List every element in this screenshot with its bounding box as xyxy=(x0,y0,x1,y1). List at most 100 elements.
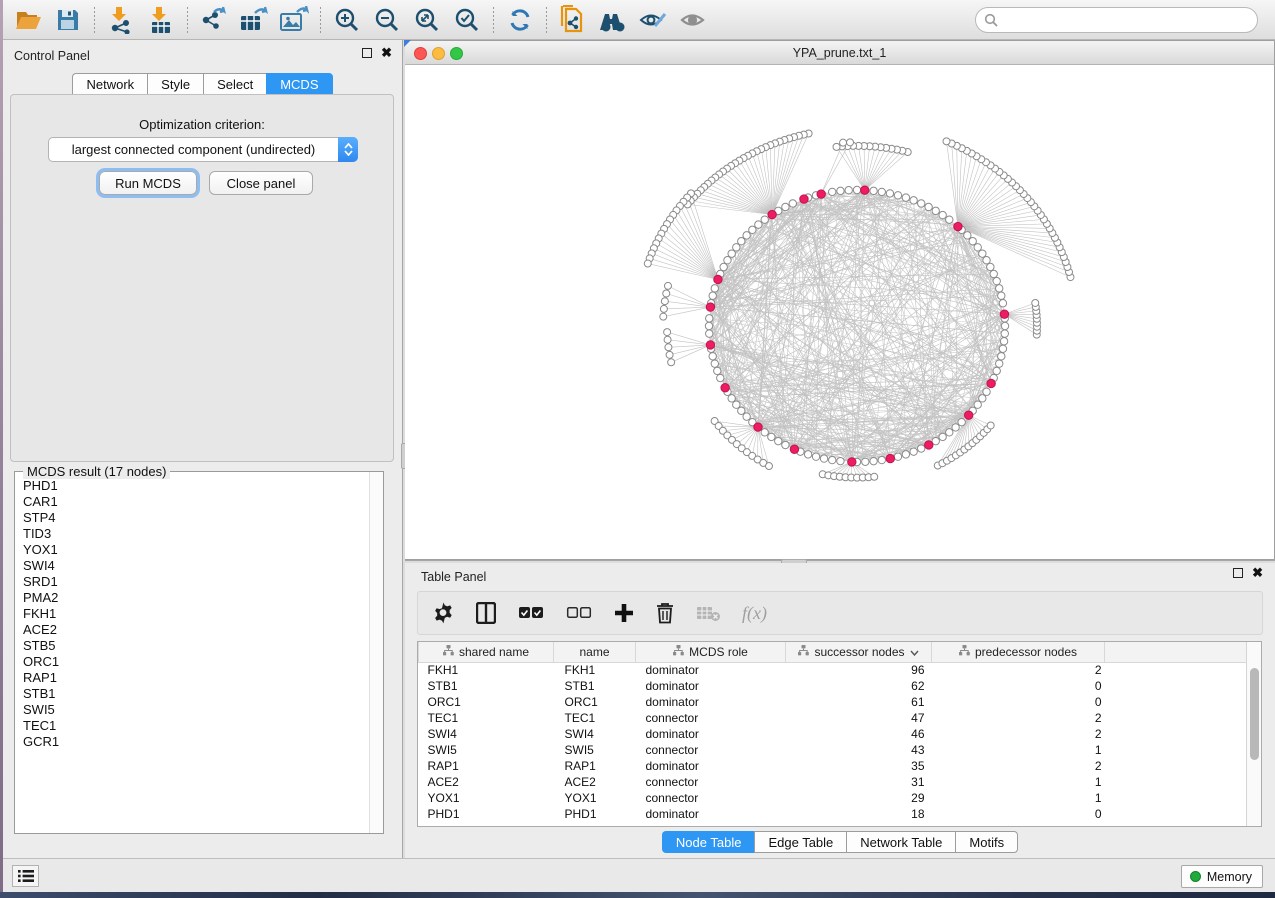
mcds-result-item[interactable]: TID3 xyxy=(23,526,368,542)
table-row[interactable]: SWI4SWI4dominator462 xyxy=(419,726,1248,742)
graph-node[interactable] xyxy=(837,187,844,194)
graph-node[interactable] xyxy=(1001,322,1008,329)
graph-dominator-node[interactable] xyxy=(954,222,962,230)
float-panel-icon[interactable] xyxy=(362,48,372,58)
graph-node[interactable] xyxy=(705,322,712,329)
graph-node[interactable] xyxy=(993,277,1000,284)
node-table-grid[interactable]: shared namenameMCDS rolesuccessor nodesp… xyxy=(418,642,1248,822)
mcds-result-item[interactable]: FKH1 xyxy=(23,606,368,622)
graph-node[interactable] xyxy=(761,216,768,223)
column-header-shared-name[interactable]: shared name xyxy=(419,642,554,662)
graph-node[interactable] xyxy=(910,197,917,204)
gear-icon[interactable] xyxy=(432,598,454,628)
graph-dominator-node[interactable] xyxy=(886,454,894,462)
graph-node[interactable] xyxy=(755,221,762,228)
graph-node[interactable] xyxy=(1000,338,1007,345)
graph-node[interactable] xyxy=(664,282,671,289)
function-builder-icon[interactable]: f(x) xyxy=(742,598,767,628)
graph-node[interactable] xyxy=(983,388,990,395)
graph-node[interactable] xyxy=(668,359,675,366)
graph-dominator-node[interactable] xyxy=(925,441,933,449)
table-row[interactable]: RAP1RAP1dominator352 xyxy=(419,758,1248,774)
graph-dominator-node[interactable] xyxy=(706,303,714,311)
graph-node[interactable] xyxy=(998,292,1005,299)
graph-node[interactable] xyxy=(870,457,877,464)
graph-node[interactable] xyxy=(666,351,673,358)
graph-node[interactable] xyxy=(738,407,745,414)
graph-node[interactable] xyxy=(738,238,745,245)
graph-node[interactable] xyxy=(768,433,775,440)
graph-dominator-node[interactable] xyxy=(1000,310,1008,318)
graph-dominator-node[interactable] xyxy=(964,411,972,419)
graph-dominator-node[interactable] xyxy=(706,341,714,349)
graph-node[interactable] xyxy=(709,353,716,360)
zoom-fit-icon[interactable] xyxy=(410,5,444,35)
graph-node[interactable] xyxy=(829,456,836,463)
table-row[interactable]: YOX1YOX1connector291 xyxy=(419,790,1248,806)
graph-node[interactable] xyxy=(974,401,981,408)
graph-node[interactable] xyxy=(990,270,997,277)
column-header-predecessor-nodes[interactable]: predecessor nodes xyxy=(932,642,1105,662)
graph-node[interactable] xyxy=(661,298,668,305)
graph-node[interactable] xyxy=(782,203,789,210)
mcds-result-item[interactable]: STB5 xyxy=(23,638,368,654)
graph-node[interactable] xyxy=(946,429,953,436)
graph-node[interactable] xyxy=(728,395,735,402)
table-row[interactable]: PHD1PHD1dominator180 xyxy=(419,806,1248,822)
tab-select[interactable]: Select xyxy=(203,73,266,95)
graph-dominator-node[interactable] xyxy=(721,384,729,392)
graph-node[interactable] xyxy=(711,285,718,292)
graph-node[interactable] xyxy=(706,330,713,337)
graph-dominator-node[interactable] xyxy=(768,210,776,218)
columns-icon[interactable] xyxy=(476,598,496,628)
graph-dominator-node[interactable] xyxy=(790,445,798,453)
table-row[interactable]: FKH1FKH1dominator962 xyxy=(419,662,1248,678)
graph-node[interactable] xyxy=(1032,299,1039,306)
graph-node[interactable] xyxy=(932,207,939,214)
graph-node[interactable] xyxy=(853,186,860,193)
graph-node[interactable] xyxy=(993,367,1000,374)
graph-node[interactable] xyxy=(775,437,782,444)
tab-style[interactable]: Style xyxy=(147,73,203,95)
tab-motifs[interactable]: Motifs xyxy=(955,831,1018,853)
graph-node[interactable] xyxy=(918,200,925,207)
graph-node[interactable] xyxy=(766,463,773,470)
graph-node[interactable] xyxy=(782,441,789,448)
graph-node[interactable] xyxy=(664,329,671,336)
graph-node[interactable] xyxy=(804,451,811,458)
graph-node[interactable] xyxy=(964,232,971,239)
task-history-button[interactable] xyxy=(12,865,39,887)
graph-node[interactable] xyxy=(894,192,901,199)
open-folder-icon[interactable] xyxy=(11,5,45,35)
graph-node[interactable] xyxy=(910,448,917,455)
graph-node[interactable] xyxy=(660,305,667,312)
share-document-icon[interactable] xyxy=(556,5,590,35)
zoom-selected-icon[interactable] xyxy=(450,5,484,35)
graph-node[interactable] xyxy=(720,263,727,270)
mcds-result-scrollbar[interactable] xyxy=(369,472,383,833)
graph-node[interactable] xyxy=(999,345,1006,352)
tab-network[interactable]: Network xyxy=(72,73,147,95)
graph-dominator-node[interactable] xyxy=(987,379,995,387)
graph-node[interactable] xyxy=(996,360,1003,367)
export-image-icon[interactable] xyxy=(277,5,311,35)
table-scrollbar-thumb[interactable] xyxy=(1250,668,1259,760)
mcds-result-item[interactable]: STB1 xyxy=(23,686,368,702)
graph-node[interactable] xyxy=(733,244,740,251)
graph-node[interactable] xyxy=(969,238,976,245)
table-row[interactable]: ACE2ACE2connector311 xyxy=(419,774,1248,790)
tab-node-table[interactable]: Node Table xyxy=(662,831,755,853)
graph-node[interactable] xyxy=(886,190,893,197)
mcds-result-item[interactable]: RAP1 xyxy=(23,670,368,686)
graph-node[interactable] xyxy=(878,456,885,463)
mcds-result-item[interactable]: TEC1 xyxy=(23,718,368,734)
mcds-result-item[interactable]: PHD1 xyxy=(23,478,368,494)
graph-dominator-node[interactable] xyxy=(754,423,762,431)
graph-node[interactable] xyxy=(979,250,986,257)
graph-node[interactable] xyxy=(761,429,768,436)
graph-dominator-node[interactable] xyxy=(817,190,825,198)
hide-graphics-details-icon[interactable] xyxy=(636,5,670,35)
network-window-titlebar[interactable]: YPA_prune.txt_1 xyxy=(405,41,1274,65)
mcds-result-item[interactable]: YOX1 xyxy=(23,542,368,558)
graph-node[interactable] xyxy=(706,315,713,322)
